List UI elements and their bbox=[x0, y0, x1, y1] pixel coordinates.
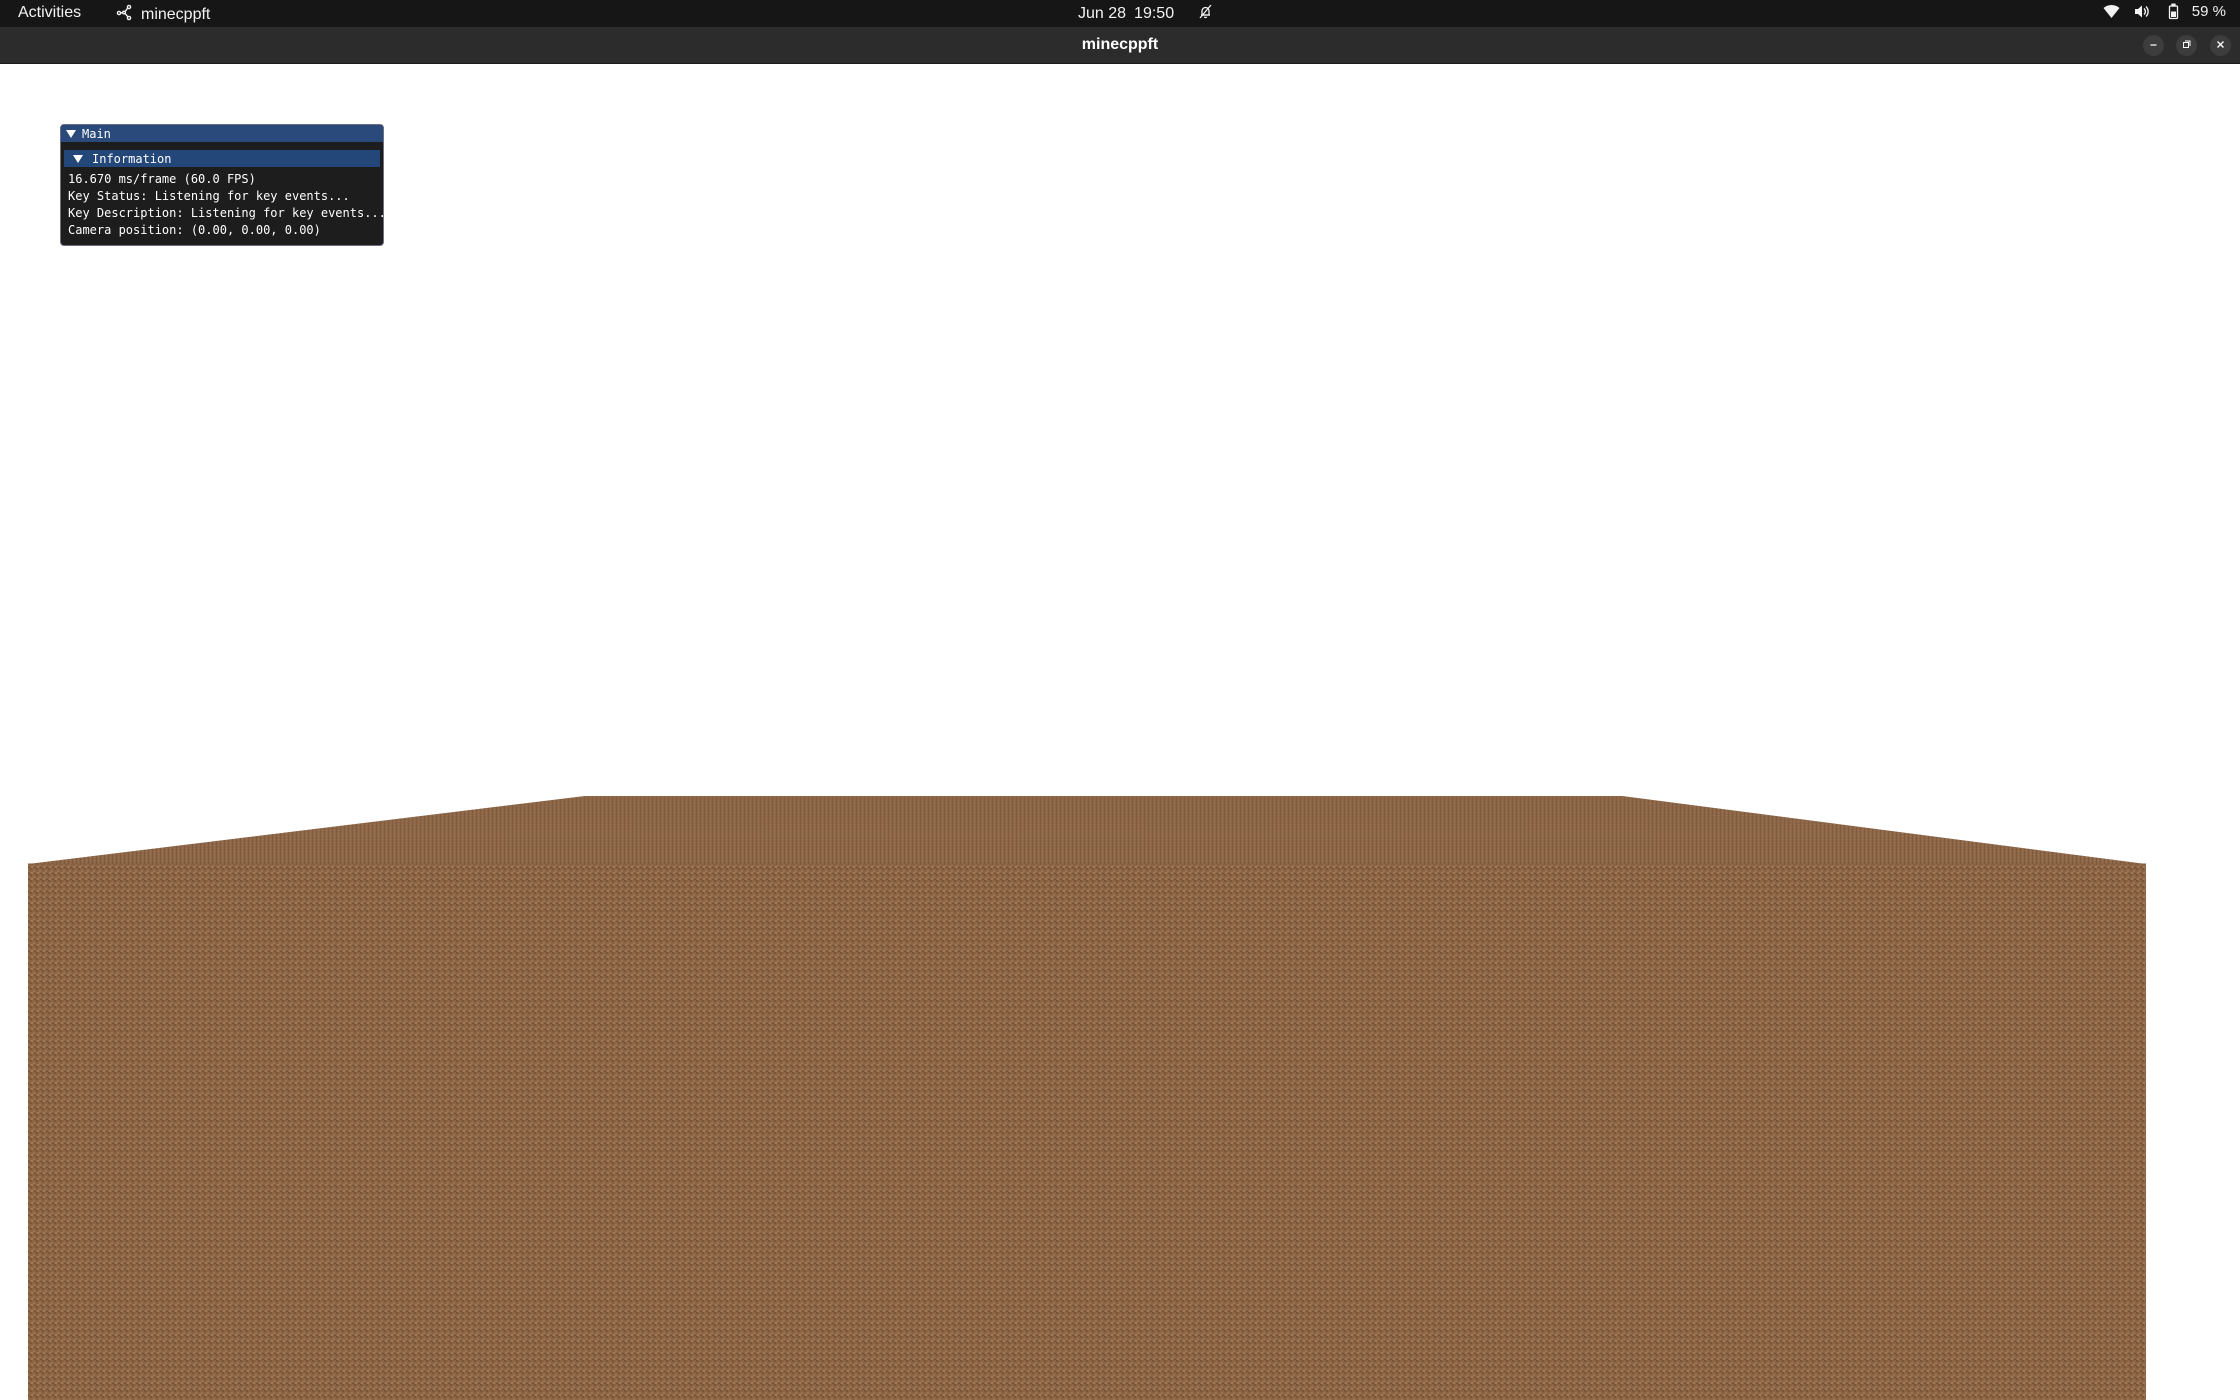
window-titlebar[interactable]: minecppft bbox=[0, 27, 2240, 64]
key-status-text: Key Status: Listening for key events... bbox=[68, 189, 350, 203]
restore-icon bbox=[2181, 37, 2192, 55]
minimize-icon bbox=[2148, 37, 2159, 55]
battery-icon bbox=[2165, 3, 2182, 20]
render-viewport[interactable] bbox=[0, 64, 2240, 1400]
volume-icon bbox=[2134, 3, 2151, 20]
close-icon bbox=[2215, 37, 2226, 55]
imgui-window-title: Main bbox=[82, 126, 111, 141]
collapse-arrow-icon bbox=[73, 154, 83, 163]
information-lines: 16.670 ms/frame (60.0 FPS) Key Status: L… bbox=[61, 167, 383, 239]
terrain-front-face bbox=[28, 864, 2146, 1400]
collapse-arrow-icon[interactable] bbox=[66, 129, 76, 138]
restore-button[interactable] bbox=[2176, 35, 2197, 56]
frame-time-text: 16.670 ms/frame (60.0 FPS) bbox=[68, 172, 256, 186]
information-collapsing-header[interactable]: Information bbox=[64, 150, 380, 167]
date-time-label: Jun 28 19:50 bbox=[1078, 5, 1175, 22]
app-graph-icon bbox=[116, 4, 133, 26]
top-bar: Activities minecppft Jun 28 19:50 59 % bbox=[0, 0, 2240, 27]
clock[interactable]: Jun 28 19:50 bbox=[1078, 4, 1213, 24]
information-header-label: Information bbox=[92, 151, 172, 166]
terrain-block bbox=[28, 796, 2146, 1400]
app-menu-label: minecppft bbox=[141, 6, 211, 23]
imgui-main-window[interactable]: Main Information 16.670 ms/frame (60.0 F… bbox=[60, 124, 384, 246]
bell-muted-icon bbox=[1198, 4, 1213, 24]
app-menu[interactable]: minecppft bbox=[116, 4, 210, 26]
key-description-text: Key Description: Listening for key event… bbox=[68, 206, 384, 220]
system-status-menu[interactable]: 59 % bbox=[2103, 3, 2226, 20]
window-title: minecppft bbox=[1081, 36, 1159, 53]
wifi-icon bbox=[2103, 3, 2120, 20]
camera-position-text: Camera position: (0.00, 0.00, 0.00) bbox=[68, 223, 321, 237]
imgui-window-titlebar[interactable]: Main bbox=[61, 125, 383, 142]
minimize-button[interactable] bbox=[2143, 35, 2164, 56]
battery-percentage: 59 % bbox=[2191, 3, 2226, 20]
activities-button[interactable]: Activities bbox=[18, 4, 81, 22]
close-button[interactable] bbox=[2210, 35, 2231, 56]
